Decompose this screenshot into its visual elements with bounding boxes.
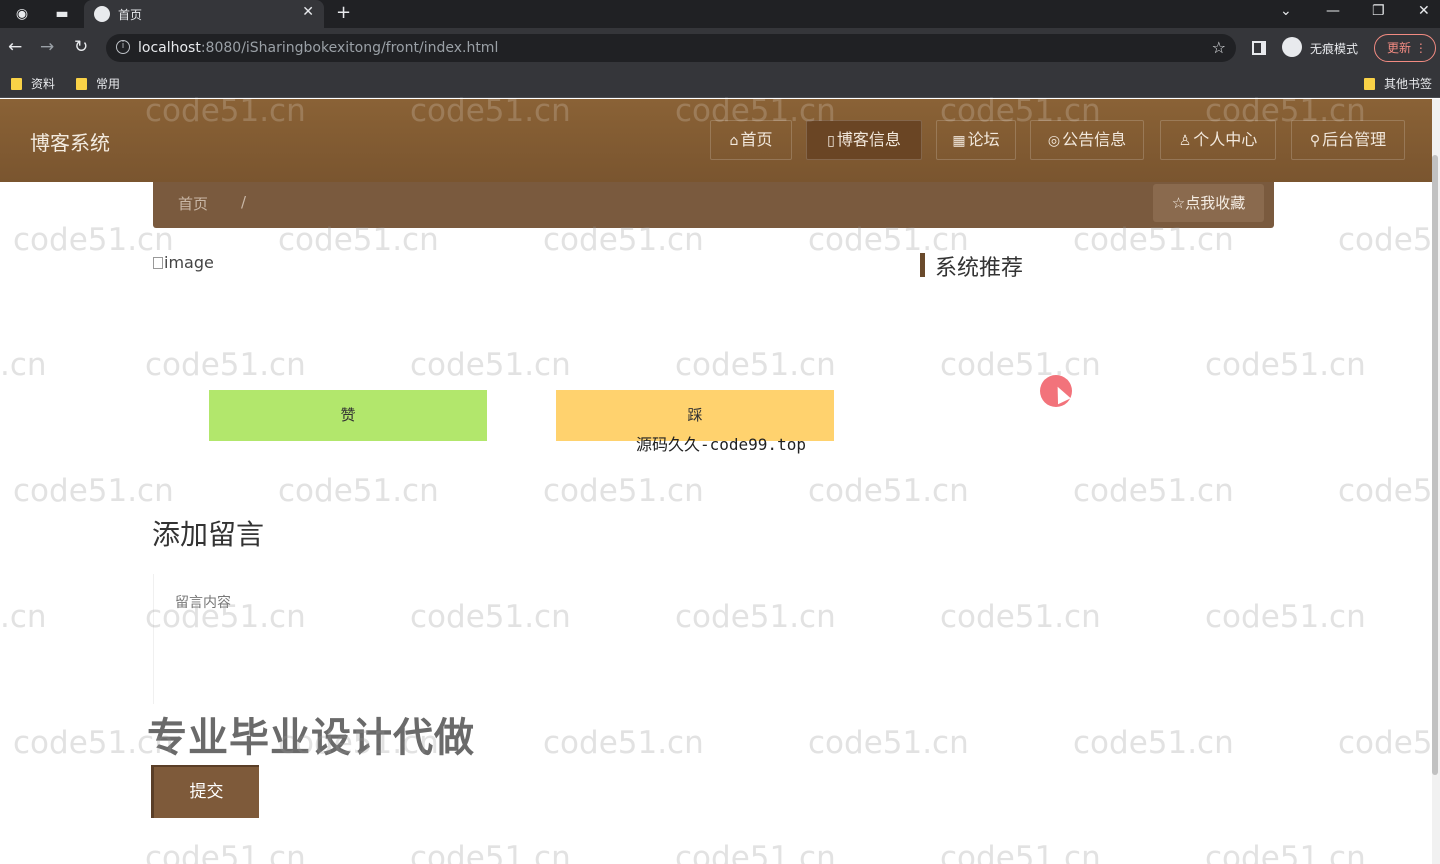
bookmarks-bar: 资料 常用 其他书签 (0, 68, 1440, 98)
user-icon: ♙ (1178, 133, 1192, 149)
watermark: code51.cn (675, 347, 836, 383)
forum-icon: ▦ (952, 133, 966, 149)
reload-button[interactable]: ↻ (74, 37, 88, 57)
comment-section-title: 添加留言 (152, 518, 265, 551)
watermark: code5 (1338, 222, 1433, 258)
watermark: code51.cn (13, 473, 174, 509)
browser-tab[interactable]: 首页 ✕ (84, 0, 324, 28)
broken-image-icon (153, 257, 163, 269)
window-close-button[interactable]: ✕ (1418, 3, 1430, 19)
submit-button[interactable]: 提交 (151, 765, 259, 818)
site-title: 博客系统 (30, 131, 110, 155)
update-button[interactable]: 更新 ⋮ (1374, 34, 1436, 62)
watermark: code51.cn (13, 222, 174, 258)
watermark: code51.cn (145, 347, 306, 383)
watermark: code51.cn (410, 93, 571, 129)
close-tab-icon[interactable]: ✕ (302, 4, 314, 20)
watermark: code51.cn (1205, 599, 1366, 635)
browser-profile-icon[interactable]: ◉ (12, 4, 32, 24)
watermark: code51.cn (940, 347, 1101, 383)
folder-icon (76, 78, 87, 90)
page-scrollbar[interactable] (1432, 99, 1440, 864)
like-button[interactable]: 赞 (209, 390, 487, 441)
info-icon[interactable]: i (116, 40, 130, 54)
back-button[interactable]: ← (8, 37, 22, 57)
comment-placeholder: 留言内容 (175, 595, 231, 611)
tab-title: 首页 (118, 8, 143, 22)
watermark: code51.cn (1205, 347, 1366, 383)
folder-icon (1364, 78, 1375, 90)
url-text[interactable]: localhost:8080/iSharingbokexitong/front/… (138, 40, 498, 56)
folder-icon (11, 78, 22, 90)
watermark: code51.cn (940, 840, 1101, 864)
star-icon: ☆ (1171, 194, 1186, 212)
book-icon: ▯ (827, 133, 835, 149)
watermark: .cn (0, 599, 47, 635)
watermark: code51.cn (278, 473, 439, 509)
watermark: code5 (1338, 725, 1433, 761)
nav-forum[interactable]: ▦ 论坛 (936, 120, 1016, 160)
watermark: code51.cn (1073, 725, 1234, 761)
minimize-button[interactable]: — (1326, 3, 1340, 19)
watermark: code51.cn (940, 599, 1101, 635)
watermark: code51.cn (1073, 473, 1234, 509)
site-header: 博客系统 ⌂ 首页 ▯ 博客信息 ▦ 论坛 ◎ 公告信息 ♙ 个人中心 ⚲ 后台管理 cod… (0, 93, 1440, 182)
breadcrumb-home[interactable]: 首页 (178, 193, 208, 214)
promo-watermark-text: 专业毕业设计代做 (147, 715, 475, 761)
breadcrumb: 首页 / ☆点我收藏 (153, 182, 1274, 228)
watermark: code51.cn (543, 473, 704, 509)
bookmark-folder-ziliao[interactable]: 资料 (11, 75, 55, 92)
watermark: code51.cn (543, 725, 704, 761)
browser-tab-bar: ◉ ▬ 首页 ✕ + ⌄ — ❐ ✕ (0, 0, 1440, 28)
bookmark-star-icon[interactable]: ☆ (1212, 38, 1226, 57)
watermark: .cn (0, 347, 47, 383)
incognito-icon[interactable] (1282, 37, 1302, 57)
recommend-accent-bar (920, 253, 925, 277)
watermark: code51.cn (410, 840, 571, 864)
side-panel-icon[interactable] (1252, 41, 1266, 55)
watermark: code51.cn (808, 473, 969, 509)
nav-blog-info[interactable]: ▯ 博客信息 (806, 120, 922, 160)
nav-home[interactable]: ⌂ 首页 (710, 120, 792, 160)
source-overlay-text: 源码久久-code99.top (636, 435, 806, 454)
scrollbar-thumb[interactable] (1432, 155, 1438, 775)
recommend-title: 系统推荐 (935, 256, 1024, 281)
watermark: code51.cn (1205, 840, 1366, 864)
comment-textarea[interactable] (153, 574, 723, 704)
watermark: code51.cn (145, 840, 306, 864)
watermark: code51.cn (145, 93, 306, 129)
incognito-label: 无痕模式 (1310, 42, 1359, 56)
watermark: code51.cn (410, 347, 571, 383)
watermark: code51.cn (675, 840, 836, 864)
tab-search-icon[interactable]: ▬ (52, 4, 72, 24)
link-icon: ⚲ (1309, 133, 1321, 149)
tab-list-icon[interactable]: ⌄ (1280, 3, 1292, 19)
favorite-button[interactable]: ☆点我收藏 (1153, 184, 1264, 222)
bookmark-folder-changyong[interactable]: 常用 (76, 75, 120, 92)
watermark: code51.cn (808, 725, 969, 761)
nav-admin[interactable]: ⚲ 后台管理 (1291, 120, 1405, 160)
nav-announcements[interactable]: ◎ 公告信息 (1030, 120, 1144, 160)
broken-image: image (153, 253, 214, 272)
home-icon: ⌂ (729, 133, 739, 149)
other-bookmarks[interactable]: 其他书签 (1364, 75, 1432, 92)
address-bar[interactable]: i localhost:8080/iSharingbokexitong/fron… (106, 34, 1236, 62)
restore-button[interactable]: ❐ (1372, 3, 1385, 19)
new-tab-button[interactable]: + (336, 2, 351, 23)
compass-icon: ◎ (1047, 133, 1061, 149)
watermark: code5 (1338, 473, 1433, 509)
breadcrumb-separator: / (241, 193, 247, 211)
browser-toolbar: ← → ↻ i localhost:8080/iSharingbokexiton… (0, 28, 1440, 68)
nav-personal-center[interactable]: ♙ 个人中心 (1160, 120, 1276, 160)
forward-button[interactable]: → (40, 37, 54, 57)
globe-icon (94, 6, 110, 22)
